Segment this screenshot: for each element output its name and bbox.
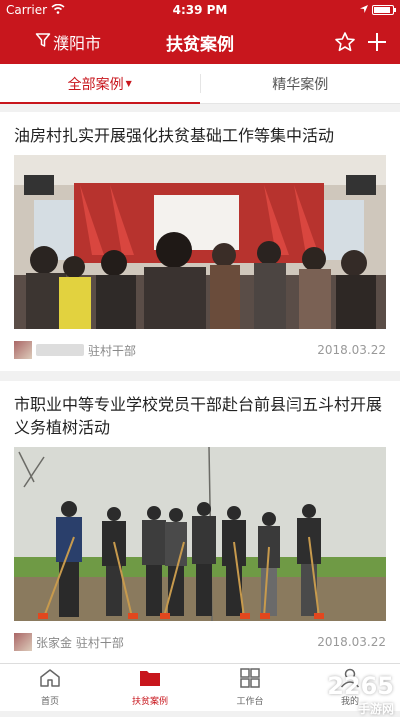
author-name-blur [36,344,84,356]
case-date: 2018.03.22 [317,635,386,649]
tab-all-cases[interactable]: 全部案例 ▼ [0,64,200,103]
page-title: 扶贫案例 [120,30,280,55]
folder-icon [139,668,161,691]
tab-all-cases-label: 全部案例 [68,74,124,94]
meeting-photo[interactable] [14,155,386,329]
case-tabs: 全部案例 ▼ 精华案例 [0,64,400,104]
tree-planting-photo[interactable] [14,447,386,621]
city-label: 濮阳市 [53,30,101,54]
case-title[interactable]: 市职业中等专业学校党员干部赴台前县闫五斗村开展义务植树活动 [14,393,386,439]
avatar [14,341,32,359]
city-filter-button[interactable]: 濮阳市 [0,30,120,54]
wifi-icon [51,3,65,17]
case-card[interactable]: 油房村扎实开展强化扶贫基础工作等集中活动 [0,112,400,371]
status-left: Carrier [6,3,65,17]
author-role: 张家金 驻村干部 [36,634,317,651]
location-icon [359,3,369,17]
tabbar-home-label: 首页 [41,694,59,707]
watermark-main: 2265 [327,672,394,700]
filter-icon [35,32,51,52]
case-meta: 张家金 驻村干部 2018.03.22 [14,621,386,663]
battery-icon [372,5,394,15]
case-meta: 驻村干部 2018.03.22 [14,329,386,371]
caret-down-icon: ▼ [126,79,132,88]
case-card[interactable]: 市职业中等专业学校党员干部赴台前县闫五斗村开展义务植树活动 [0,381,400,663]
tabbar-workbench-label: 工作台 [236,694,263,707]
tabbar-cases[interactable]: 扶贫案例 [100,664,200,711]
add-plus-icon[interactable] [366,31,388,53]
author-role: 驻村干部 [88,342,317,359]
status-bar: Carrier 4:39 PM [0,0,400,20]
tab-featured-cases-label: 精华案例 [272,74,328,94]
watermark-sub: 手游网 [327,700,394,717]
case-date: 2018.03.22 [317,343,386,357]
tabbar-workbench[interactable]: 工作台 [200,664,300,711]
nav-actions [280,31,400,53]
favorite-star-icon[interactable] [334,31,356,53]
status-right [359,3,394,17]
home-icon [39,668,61,691]
tabbar-home[interactable]: 首页 [0,664,100,711]
site-watermark: 2265 手游网 [327,672,394,717]
carrier-label: Carrier [6,3,47,17]
tab-featured-cases[interactable]: 精华案例 [201,64,400,103]
tabbar-cases-label: 扶贫案例 [132,694,168,707]
nav-bar: 濮阳市 扶贫案例 [0,20,400,64]
case-feed[interactable]: 油房村扎实开展强化扶贫基础工作等集中活动 [0,112,400,663]
grid-icon [239,668,261,691]
case-title[interactable]: 油房村扎实开展强化扶贫基础工作等集中活动 [14,124,386,147]
avatar [14,633,32,651]
